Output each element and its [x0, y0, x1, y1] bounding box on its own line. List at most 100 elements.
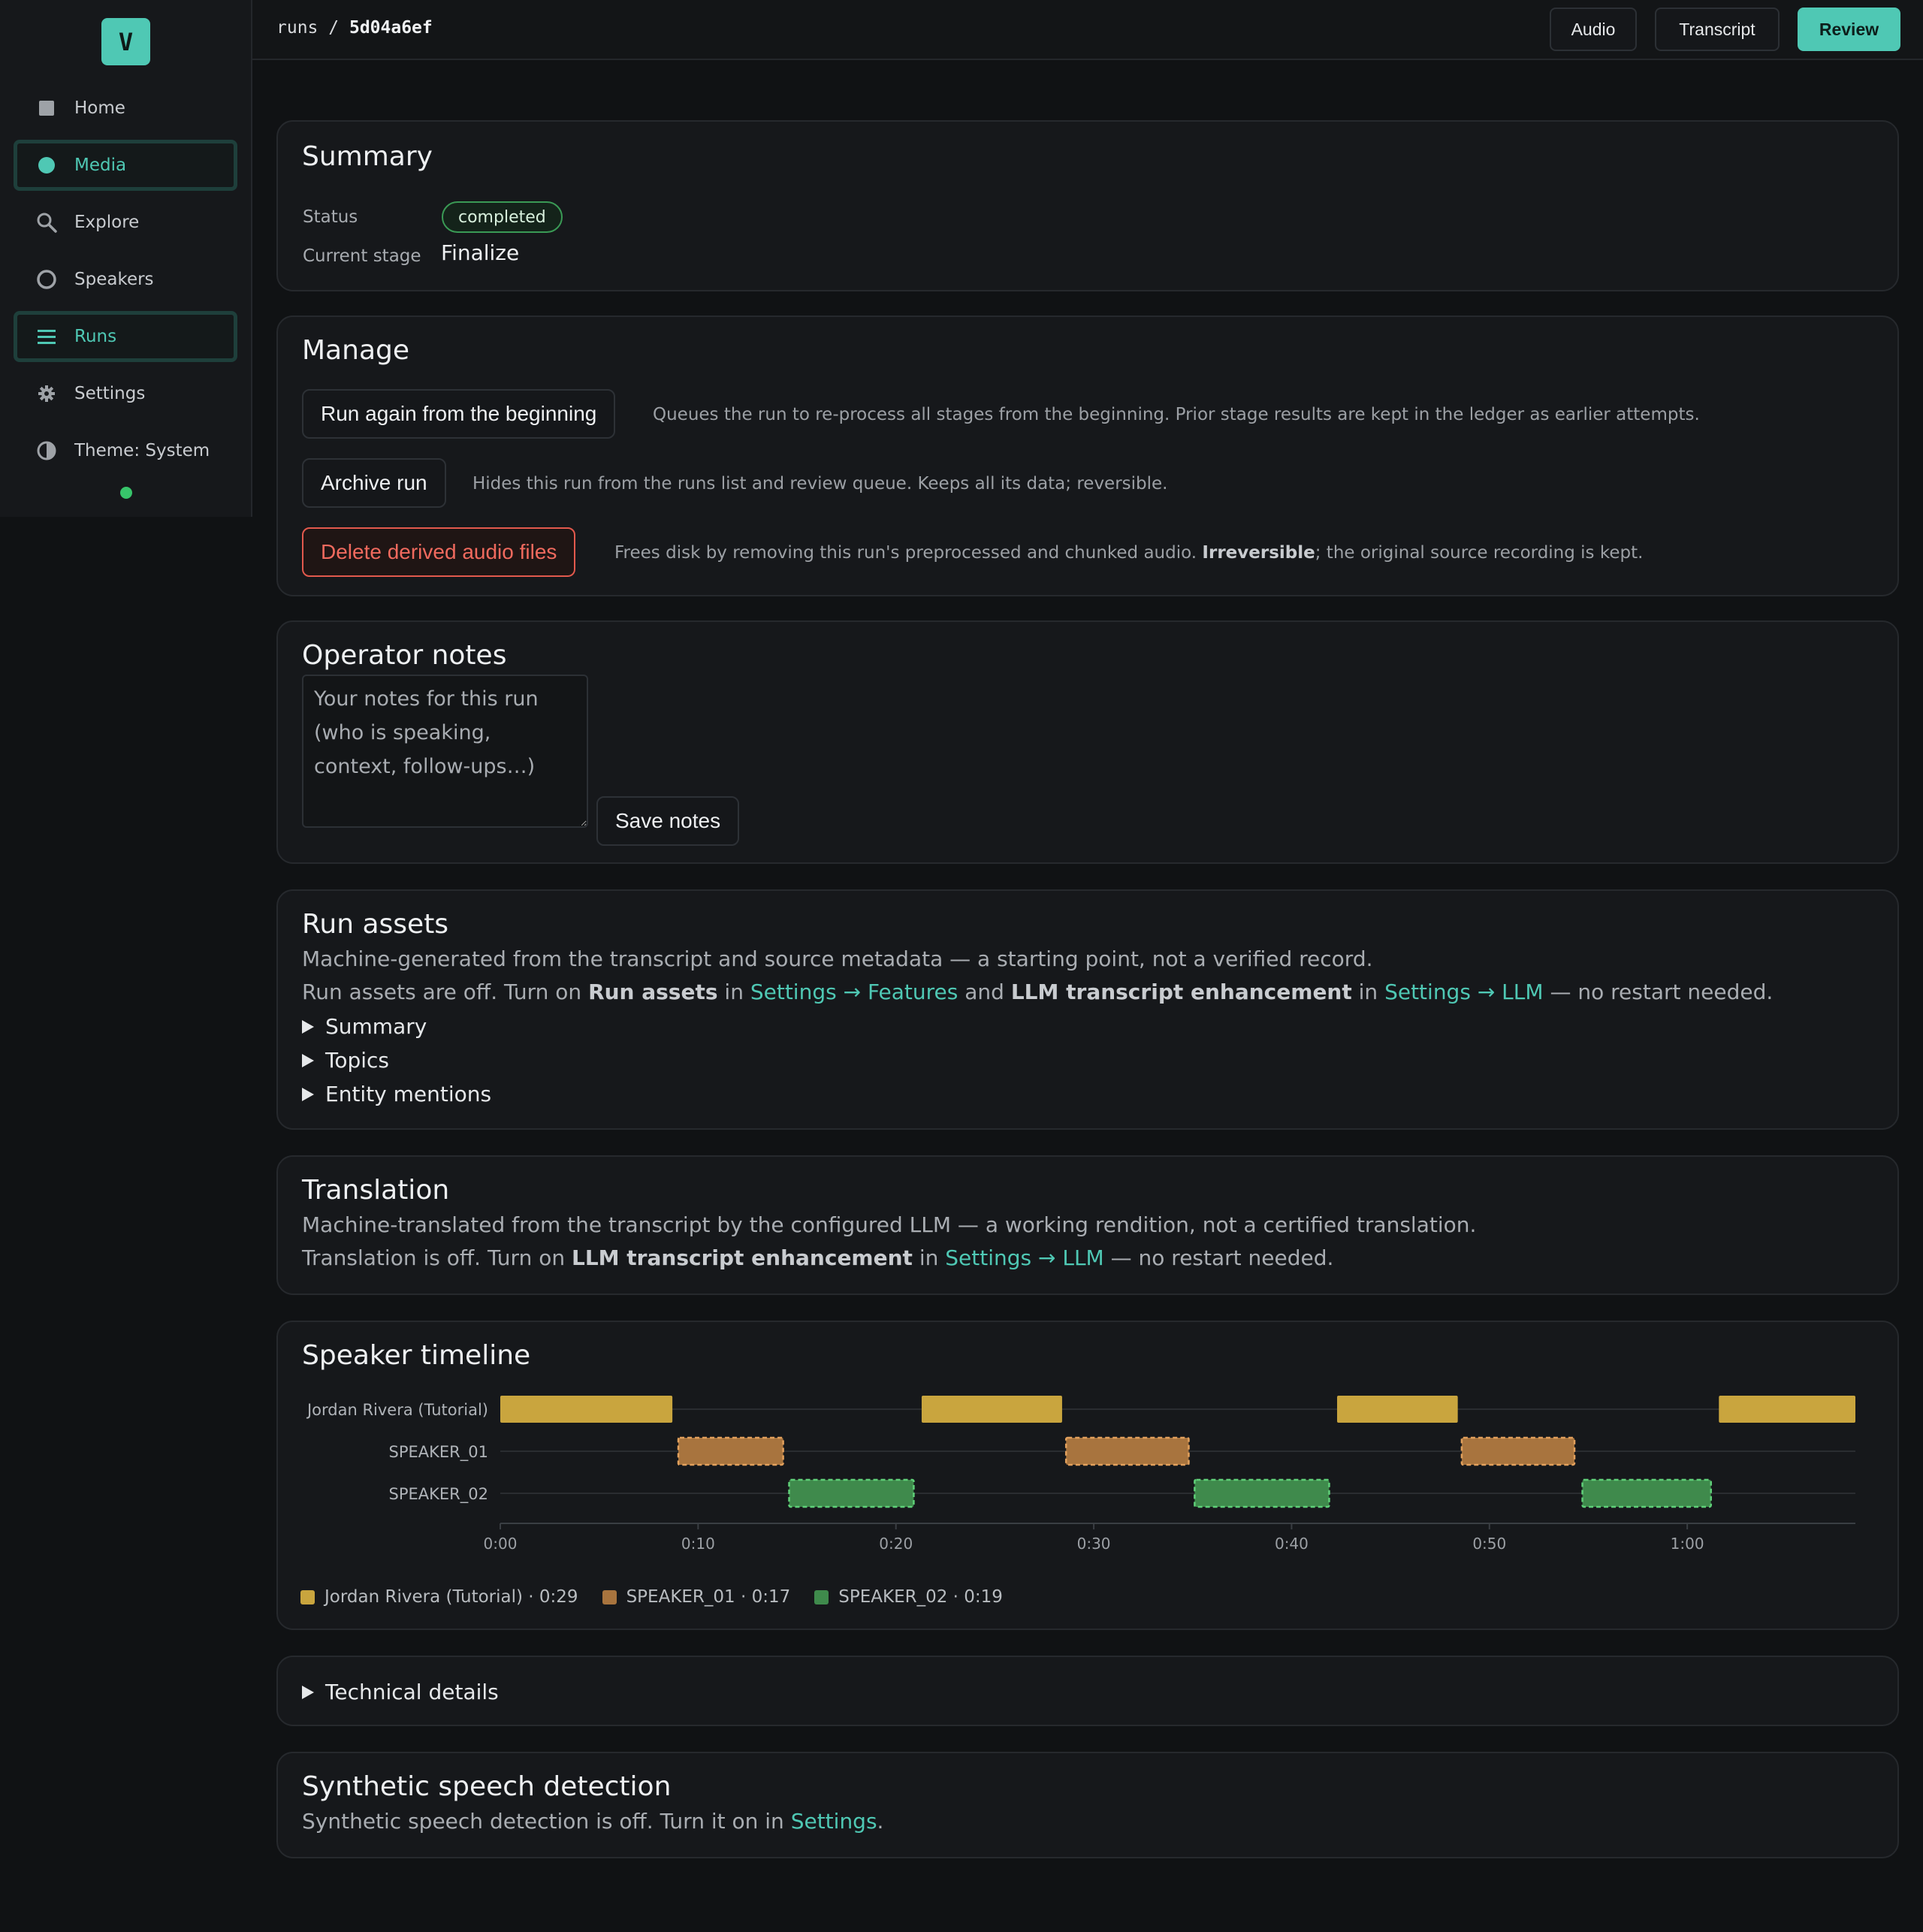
speaker-ring-icon	[35, 268, 58, 291]
timeline-segment	[1719, 1396, 1855, 1423]
assets-topics-toggle[interactable]: Topics	[302, 1048, 389, 1073]
synthetic-notice: Synthetic speech detection is off. Turn …	[302, 1809, 884, 1834]
sidebar-item-label: Media	[74, 155, 127, 175]
timeline-segment	[500, 1396, 673, 1423]
search-icon	[35, 211, 58, 234]
stage-label: Current stage	[303, 246, 421, 266]
assets-entities-toggle[interactable]: Entity mentions	[302, 1082, 491, 1106]
timeline-segment	[1064, 1436, 1190, 1466]
sidebar-item-explore[interactable]: Explore	[14, 197, 237, 248]
timeline-segment	[1581, 1478, 1712, 1508]
settings-llm-link[interactable]: Settings → LLM	[1384, 980, 1543, 1004]
assets-title: Run assets	[302, 909, 449, 940]
app-logo[interactable]: V	[101, 18, 150, 65]
timeline-segment	[677, 1436, 784, 1466]
timeline-tick-label: 0:40	[1275, 1535, 1309, 1553]
delete-description: Frees disk by removing this run's prepro…	[614, 543, 1644, 563]
archive-button[interactable]: Archive run	[302, 458, 446, 508]
disclosure-triangle-icon	[302, 1087, 314, 1101]
legend-item: SPEAKER_01 · 0:17	[602, 1587, 791, 1607]
synthetic-title: Synthetic speech detection	[302, 1771, 672, 1802]
timeline-row-label: SPEAKER_02	[389, 1485, 488, 1504]
timeline-tick-label: 0:30	[1077, 1535, 1111, 1553]
legend-swatch	[602, 1589, 617, 1604]
assets-off-notice: Run assets are off. Turn on Run assets i…	[302, 980, 1774, 1004]
legend-label: Jordan Rivera (Tutorial) · 0:29	[325, 1587, 578, 1607]
legend-label: SPEAKER_02 · 0:19	[838, 1587, 1003, 1607]
timeline-tick-label: 0:50	[1472, 1535, 1506, 1553]
archive-description: Hides this run from the runs list and re…	[472, 474, 1168, 494]
timeline-legend: Jordan Rivera (Tutorial) · 0:29 SPEAKER_0…	[300, 1587, 1027, 1607]
settings-llm-link[interactable]: Settings → LLM	[945, 1245, 1103, 1270]
timeline-segment	[1194, 1478, 1330, 1508]
disclosure-triangle-icon	[302, 1019, 314, 1034]
sidebar-item-label: Speakers	[74, 270, 154, 289]
disclosure-triangle-icon	[302, 1685, 314, 1699]
audio-button[interactable]: Audio	[1550, 8, 1637, 51]
technical-card: Technical details	[276, 1656, 1899, 1726]
theme-toggle[interactable]: Theme: System	[14, 425, 237, 476]
notes-card: Operator notes Save notes	[276, 620, 1899, 864]
notes-title: Operator notes	[302, 640, 507, 671]
status-badge: completed	[442, 201, 563, 233]
breadcrumb-run-id: 5d04a6ef	[349, 18, 433, 38]
rerun-button[interactable]: Run again from the beginning	[302, 389, 616, 439]
breadcrumb: runs / 5d04a6ef	[276, 18, 433, 38]
timeline-row-label: SPEAKER_01	[389, 1443, 488, 1462]
manage-card: Manage Run again from the beginning Queu…	[276, 315, 1899, 596]
summary-title: Summary	[302, 141, 433, 172]
translation-title: Translation	[302, 1175, 450, 1206]
timeline-row-label: Jordan Rivera (Tutorial)	[306, 1401, 488, 1419]
assets-card: Run assets Machine-generated from the tr…	[276, 889, 1899, 1130]
timeline-segment	[921, 1396, 1062, 1423]
sidebar-item-label: Theme: System	[74, 441, 210, 460]
sidebar-item-home[interactable]: Home	[14, 83, 237, 134]
assets-summary-toggle[interactable]: Summary	[302, 1014, 427, 1039]
delete-audio-button[interactable]: Delete derived audio files	[302, 527, 576, 577]
settings-features-link[interactable]: Settings → Features	[750, 980, 958, 1004]
list-icon	[35, 325, 58, 348]
sidebar-item-runs[interactable]: Runs	[14, 311, 237, 362]
connection-status-dot	[120, 487, 132, 499]
home-square-icon	[35, 97, 58, 119]
legend-swatch	[300, 1589, 315, 1604]
technical-details-toggle[interactable]: Technical details	[302, 1680, 499, 1704]
settings-link[interactable]: Settings	[791, 1809, 877, 1834]
synthetic-card: Synthetic speech detection Synthetic spe…	[276, 1752, 1899, 1858]
sidebar: V Home Media Explore Speakers Runs Setti…	[0, 0, 252, 517]
notes-textarea[interactable]	[302, 675, 588, 828]
sidebar-item-media[interactable]: Media	[14, 140, 237, 191]
timeline-tick-label: 0:10	[681, 1535, 715, 1553]
legend-item: SPEAKER_02 · 0:19	[814, 1587, 1003, 1607]
legend-label: SPEAKER_01 · 0:17	[626, 1587, 791, 1607]
timeline-tick-label: 1:00	[1671, 1535, 1704, 1553]
breadcrumb-separator: /	[328, 18, 340, 38]
sidebar-item-speakers[interactable]: Speakers	[14, 254, 237, 305]
contrast-icon	[35, 439, 58, 462]
review-button[interactable]: Review	[1798, 8, 1900, 51]
translation-off-notice: Translation is off. Turn on LLM transcri…	[302, 1245, 1334, 1270]
stage-value: Finalize	[441, 240, 520, 265]
summary-card: Summary Status completed Current stage F…	[276, 120, 1899, 291]
sidebar-item-label: Home	[74, 98, 125, 118]
timeline-tick-label: 0:20	[879, 1535, 913, 1553]
media-dot-icon	[35, 154, 58, 177]
timeline-segment	[788, 1478, 915, 1508]
legend-swatch	[814, 1589, 829, 1604]
speaker-timeline-chart: Jordan Rivera (Tutorial) SPEAKER_01 SPEAKE…	[306, 1396, 1855, 1553]
save-notes-button[interactable]: Save notes	[596, 796, 740, 846]
sidebar-item-label: Explore	[74, 213, 140, 232]
sidebar-item-settings[interactable]: Settings	[14, 368, 237, 419]
translation-subtitle: Machine-translated from the transcript b…	[302, 1212, 1477, 1237]
assets-subtitle: Machine-generated from the transcript an…	[302, 946, 1373, 971]
gear-icon	[35, 382, 58, 405]
timeline-segment	[1337, 1396, 1458, 1423]
breadcrumb-runs-link[interactable]: runs	[276, 18, 318, 38]
timeline-tick-label: 0:00	[484, 1535, 518, 1553]
transcript-button[interactable]: Transcript	[1655, 8, 1780, 51]
timeline-segment	[1460, 1436, 1576, 1466]
sidebar-item-label: Settings	[74, 384, 146, 403]
status-label: Status	[303, 207, 358, 227]
manage-title: Manage	[302, 335, 409, 366]
disclosure-triangle-icon	[302, 1053, 314, 1067]
